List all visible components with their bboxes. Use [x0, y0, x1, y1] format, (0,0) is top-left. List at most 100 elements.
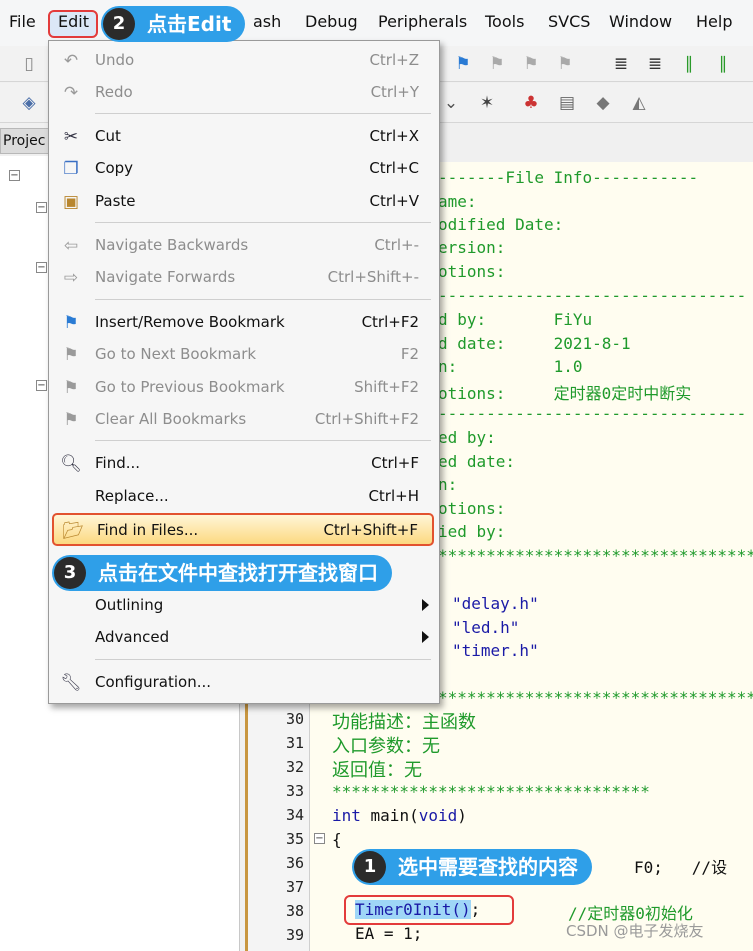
menu-item-cut[interactable]: ✂ Cut Ctrl+X	[49, 121, 439, 153]
code-line: ed date:	[438, 452, 516, 471]
keyword-void: void	[418, 806, 458, 825]
dropdown-chevron-icon[interactable]: ⌄	[440, 92, 462, 114]
keyword-int: int	[332, 806, 361, 825]
code-line: ersion:	[438, 238, 506, 257]
next-bookmark-icon[interactable]: ⚑	[486, 53, 508, 75]
menu-separator	[95, 113, 431, 114]
callout-step-1: 1 选中需要查找的内容	[352, 849, 592, 885]
menu-item-copy[interactable]: ❐ Copy Ctrl+C	[49, 153, 439, 185]
menu-item-find-in-files[interactable]: 📂︎ Find in Files... Ctrl+Shift+F	[52, 513, 434, 546]
diamond-icon[interactable]: ◆	[592, 92, 614, 114]
menu-item-shortcut: F2	[400, 345, 419, 363]
pack-icon[interactable]: ◭	[628, 92, 650, 114]
tree-collapse-icon[interactable]: −	[9, 170, 20, 181]
menu-item-find[interactable]: 🔍︎ Find... Ctrl+F	[49, 448, 439, 480]
menu-svcs[interactable]: SVCS	[548, 12, 590, 31]
menu-item-label: Insert/Remove Bookmark	[95, 313, 285, 331]
next-bookmark-icon: ⚑	[63, 345, 79, 365]
menu-item-label: Undo	[95, 51, 135, 69]
step-number: 3	[54, 557, 86, 589]
menu-help[interactable]: Help	[696, 12, 732, 31]
code-line: *********************************	[438, 546, 753, 565]
menu-item-paste[interactable]: ▣ Paste Ctrl+V	[49, 186, 439, 218]
selection-highlight-box	[344, 895, 514, 925]
clear-bookmarks-icon[interactable]: ⚑	[554, 53, 576, 75]
prev-bookmark-icon: ⚑	[63, 378, 79, 398]
code-line: -------File Info-----------	[438, 168, 699, 187]
menu-item-label: Advanced	[95, 628, 170, 646]
new-file-icon[interactable]: ▯	[18, 53, 40, 75]
menu-item-label: Cut	[95, 127, 121, 145]
options-icon[interactable]: ♣	[520, 92, 542, 114]
layers-icon[interactable]: ◈	[18, 92, 40, 114]
magic-wand-icon[interactable]: ✶	[476, 92, 498, 114]
code-line: ied by:	[438, 522, 506, 541]
menu-item-shortcut: Ctrl+C	[369, 159, 419, 177]
tree-collapse-icon[interactable]: −	[36, 380, 47, 391]
code-line: 功能描述：主函数	[332, 712, 476, 733]
menu-edit[interactable]: Edit	[58, 12, 89, 31]
menu-flash[interactable]: ash	[253, 12, 281, 31]
tree-collapse-icon[interactable]: −	[36, 262, 47, 273]
line-number: 35	[285, 830, 304, 848]
code-line: "timer.h"	[452, 641, 539, 660]
code-line: "delay.h"	[452, 594, 539, 613]
tree-collapse-icon[interactable]: −	[36, 202, 47, 213]
prev-bookmark-icon[interactable]: ⚑	[520, 53, 542, 75]
menu-item-navigate-backwards[interactable]: ⇦ Navigate Backwards Ctrl+-	[49, 230, 439, 262]
menu-item-label: Go to Previous Bookmark	[95, 378, 285, 396]
menu-file[interactable]: File	[9, 12, 36, 31]
code-line: otions:	[438, 262, 506, 281]
menu-item-label: Configuration...	[95, 673, 212, 691]
menu-item-previous-bookmark[interactable]: ⚑ Go to Previous Bookmark Shift+F2	[49, 372, 439, 404]
menu-item-undo[interactable]: ↶ Undo Ctrl+Z	[49, 45, 439, 77]
menu-debug[interactable]: Debug	[305, 12, 358, 31]
menu-item-configuration[interactable]: 🔧︎ Configuration...	[49, 667, 439, 699]
menu-item-label: Find...	[95, 454, 141, 472]
menu-item-redo[interactable]: ↷ Redo Ctrl+Y	[49, 77, 439, 109]
fold-collapse-icon[interactable]: −	[314, 833, 325, 844]
paren-close: )	[457, 806, 467, 825]
code-line: 入口参数：无	[332, 736, 440, 757]
menu-peripherals[interactable]: Peripherals	[378, 12, 467, 31]
menu-item-clear-bookmarks[interactable]: ⚑ Clear All Bookmarks Ctrl+Shift+F2	[49, 404, 439, 436]
menu-item-insert-remove-bookmark[interactable]: ⚑ Insert/Remove Bookmark Ctrl+F2	[49, 307, 439, 339]
bookmark-flag-icon[interactable]: ⚑	[452, 53, 474, 75]
code-line: odified Date:	[438, 215, 564, 234]
submenu-arrow-icon	[422, 599, 429, 611]
code-line: --------------------------------	[438, 404, 747, 423]
code-line: d date: 2021-8-1	[438, 334, 631, 353]
code-line: EA = 1;	[355, 924, 423, 943]
code-line: F0; //设	[634, 858, 728, 877]
menu-window[interactable]: Window	[609, 12, 672, 31]
menu-item-advanced[interactable]: Advanced	[49, 622, 439, 654]
callout-text: 选中需要查找的内容	[398, 855, 578, 879]
menu-item-outlining[interactable]: Outlining	[49, 590, 439, 622]
menu-item-next-bookmark[interactable]: ⚑ Go to Next Bookmark F2	[49, 339, 439, 371]
menu-item-shortcut: Ctrl+Y	[370, 83, 419, 101]
indent-icon[interactable]: ≣	[610, 53, 632, 75]
code-line: *********************************	[332, 782, 650, 801]
unindent-icon[interactable]: ≣	[644, 53, 666, 75]
line-number: 37	[285, 878, 304, 896]
manage-icon[interactable]: ▤	[556, 92, 578, 114]
menu-item-label: Navigate Backwards	[95, 236, 249, 254]
menu-item-label: Find in Files...	[97, 521, 199, 539]
menu-item-shortcut: Ctrl+X	[369, 127, 419, 145]
redo-icon: ↷	[63, 83, 79, 103]
menu-item-replace[interactable]: Replace... Ctrl+H	[49, 481, 439, 513]
menu-item-label: Redo	[95, 83, 133, 101]
code-line: otions: 定时器0定时中断实	[438, 384, 692, 403]
uncomment-icon[interactable]: ∥	[712, 53, 734, 75]
comment-icon[interactable]: ∥	[678, 53, 700, 75]
menu-separator	[95, 299, 431, 300]
line-number: 38	[285, 902, 304, 920]
menu-item-shortcut: Ctrl+F	[371, 454, 419, 472]
menu-item-shortcut: Ctrl+Shift+F	[323, 521, 418, 539]
menu-item-navigate-forwards[interactable]: ⇨ Navigate Forwards Ctrl+Shift+-	[49, 262, 439, 294]
menu-item-label: Clear All Bookmarks	[95, 410, 247, 428]
menu-separator	[95, 440, 431, 441]
clear-bookmarks-icon: ⚑	[63, 410, 79, 430]
step-number: 1	[354, 851, 386, 883]
menu-tools[interactable]: Tools	[485, 12, 524, 31]
